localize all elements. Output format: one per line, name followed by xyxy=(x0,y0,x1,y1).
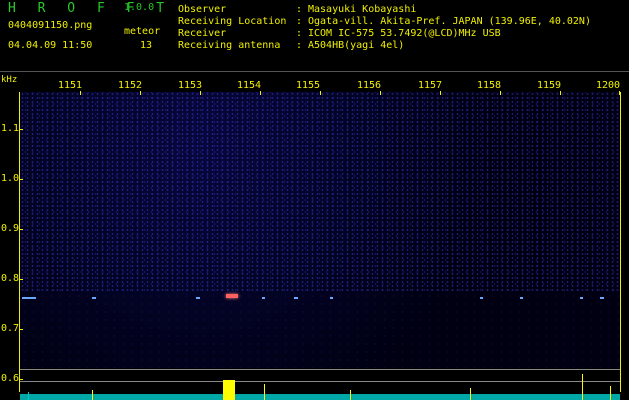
meteor-trace xyxy=(520,297,523,299)
meteor-trace xyxy=(294,297,298,299)
spectrum-baseline xyxy=(20,381,620,382)
time-tick-mark xyxy=(500,91,501,95)
info-label: Receiving Location xyxy=(178,16,287,27)
info-value: Ogata-vill. Akita-Pref. JAPAN (139.96E, … xyxy=(308,16,591,27)
time-tick-mark xyxy=(320,91,321,95)
info-value: Masayuki Kobayashi xyxy=(308,4,417,15)
frequency-unit-label: kHz xyxy=(1,75,18,85)
info-label: Observer xyxy=(178,4,227,15)
frequency-tick-mark xyxy=(19,379,23,380)
info-value: ICOM IC-575 53.7492(@LCD)MHz USB xyxy=(308,28,501,39)
spectrum-trace xyxy=(20,374,620,400)
spectrum-peak xyxy=(28,392,29,400)
spectrum-peak xyxy=(350,390,351,400)
info-row-observer: Observer : Masayuki Kobayashi xyxy=(178,4,591,16)
frequency-tick: 0.6 xyxy=(1,373,20,384)
time-tick-mark xyxy=(560,91,561,95)
meteor-trace xyxy=(330,297,333,299)
frequency-tick: 0.7 xyxy=(1,323,20,334)
time-tick: 1154 xyxy=(237,80,262,91)
time-tick: 1153 xyxy=(178,80,203,91)
info-separator: : xyxy=(296,28,303,39)
meteor-trace xyxy=(22,297,36,299)
spectrum-peak xyxy=(264,384,265,400)
info-label: Receiver xyxy=(178,28,227,39)
time-tick-mark xyxy=(380,91,381,95)
time-tick-mark xyxy=(260,91,261,95)
spectrum-divider xyxy=(20,369,620,370)
meteor-trace xyxy=(580,297,583,299)
time-tick-mark xyxy=(140,91,141,95)
spectrum-peak xyxy=(610,386,611,400)
frequency-tick-mark xyxy=(19,129,23,130)
info-row-receiver: Receiver : ICOM IC-575 53.7492(@LCD)MHz … xyxy=(178,28,591,40)
time-tick: 1158 xyxy=(477,80,502,91)
time-tick: 1159 xyxy=(537,80,562,91)
time-tick: 1157 xyxy=(418,80,443,91)
info-separator: : xyxy=(296,4,303,15)
frequency-tick: 0.9 xyxy=(1,223,20,234)
meteor-trace xyxy=(600,297,604,299)
waterfall-noise-lower xyxy=(20,292,620,368)
y-axis-line xyxy=(19,92,20,392)
station-info: Observer : Masayuki Kobayashi Receiving … xyxy=(178,4,591,52)
info-value: A504HB(yagi 4el) xyxy=(308,40,405,51)
frequency-tick-mark xyxy=(19,279,23,280)
time-tick: 1156 xyxy=(357,80,382,91)
spectrum-peak xyxy=(470,388,471,400)
frequency-tick: 1.1 xyxy=(1,123,20,134)
info-separator: : xyxy=(296,40,303,51)
time-tick: 1151 xyxy=(58,80,83,91)
spectrum-peak xyxy=(582,374,583,400)
header-divider xyxy=(0,71,629,72)
time-tick-mark xyxy=(80,91,81,95)
meteor-count-label: meteor xyxy=(124,26,161,37)
time-tick-mark xyxy=(440,91,441,95)
capture-datetime: 04.04.09 11:50 xyxy=(8,40,93,51)
frequency-tick: 0.8 xyxy=(1,273,20,284)
meteor-trace xyxy=(196,297,200,299)
file-name: 0404091150.png xyxy=(8,20,93,31)
waterfall-noise xyxy=(20,92,620,292)
spectrum-peak xyxy=(92,390,93,400)
spectrum-peak xyxy=(223,380,235,400)
time-tick: 1155 xyxy=(296,80,321,91)
meteor-echo-strong xyxy=(226,294,238,298)
time-tick-mark xyxy=(619,91,620,95)
meteor-trace xyxy=(92,297,96,299)
frequency-tick-mark xyxy=(19,179,23,180)
frequency-tick-mark xyxy=(19,229,23,230)
info-row-antenna: Receiving antenna : A504HB(yagi 4el) xyxy=(178,40,591,52)
time-tick-mark xyxy=(200,91,201,95)
frequency-tick: 1.0 xyxy=(1,173,20,184)
info-label: Receiving antenna xyxy=(178,40,281,51)
time-tick: 1200 xyxy=(596,80,621,91)
time-tick: 1152 xyxy=(118,80,143,91)
frequency-tick-mark xyxy=(19,329,23,330)
right-border-line xyxy=(620,92,621,392)
meteor-trace xyxy=(480,297,483,299)
meteor-trace xyxy=(262,297,265,299)
info-separator: : xyxy=(296,16,303,27)
meteor-count-value: 13 xyxy=(140,40,153,51)
info-row-location: Receiving Location : Ogata-vill. Akita-P… xyxy=(178,16,591,28)
app-version: 1.0.0 xyxy=(124,2,155,13)
